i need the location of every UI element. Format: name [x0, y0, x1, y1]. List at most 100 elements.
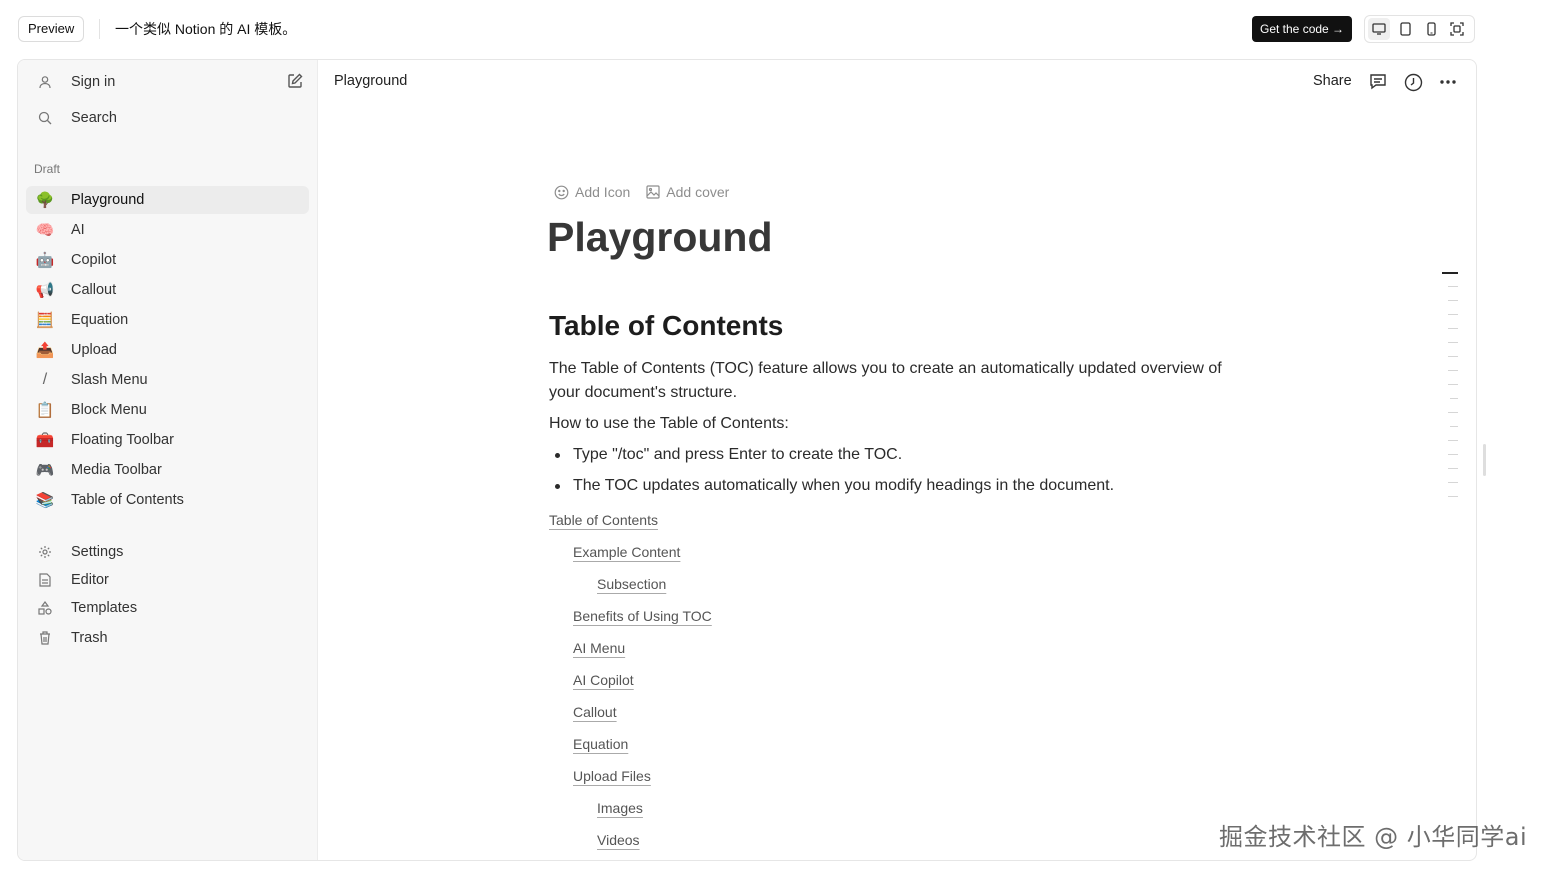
sidebar-item-label: Table of Contents	[71, 492, 184, 508]
bullet-dot	[555, 484, 560, 489]
toc-link[interactable]: Images	[597, 800, 643, 816]
slash-icon: /	[42, 371, 48, 388]
preview-button[interactable]: Preview	[18, 16, 85, 42]
trash-icon	[35, 628, 55, 648]
sidebar-item-table-of-contents[interactable]: 📚 Table of Contents	[26, 486, 309, 514]
outline-marker[interactable]	[1448, 342, 1458, 343]
more-icon[interactable]	[1437, 71, 1459, 93]
sidebar-item-label: Trash	[71, 630, 108, 646]
toc-link[interactable]: Benefits of Using TOC	[573, 608, 712, 624]
abacus-icon: 🧮	[35, 311, 55, 329]
outline-marker[interactable]	[1448, 328, 1458, 329]
outline-marker[interactable]	[1448, 300, 1458, 301]
search-button[interactable]: Search	[26, 104, 309, 132]
sidebar-item-editor[interactable]: Editor	[26, 566, 309, 594]
outline-marker[interactable]	[1448, 412, 1458, 413]
document-icon	[35, 570, 55, 590]
app-frame: Sign in Search Draft 🌳 Playground 🧠 AI 🤖…	[17, 59, 1477, 861]
clipboard-icon: 📋	[35, 401, 55, 419]
bullet-item[interactable]: The TOC updates automatically when you m…	[555, 474, 1114, 498]
outline-marker[interactable]	[1448, 440, 1458, 441]
sidebar-item-block-menu[interactable]: 📋 Block Menu	[26, 396, 309, 424]
comments-icon[interactable]	[1367, 71, 1389, 93]
outline-marker[interactable]	[1448, 286, 1458, 287]
add-icon-button[interactable]: Add Icon	[554, 184, 630, 200]
add-cover-button[interactable]: Add cover	[646, 184, 729, 200]
sign-in-label: Sign in	[71, 74, 116, 90]
bullet-item[interactable]: Type "/toc" and press Enter to create th…	[555, 443, 902, 467]
outline-marker[interactable]	[1450, 398, 1458, 399]
sidebar-item-settings[interactable]: Settings	[26, 538, 309, 566]
page-title[interactable]: Playground	[547, 214, 773, 261]
sidebar-item-label: AI	[71, 222, 85, 238]
outline-marker[interactable]	[1448, 468, 1458, 469]
sidebar-item-templates[interactable]: Templates	[26, 594, 309, 622]
sidebar-item-label: Equation	[71, 312, 129, 328]
divider	[99, 19, 100, 39]
sidebar-item-upload[interactable]: 📤 Upload	[26, 336, 309, 364]
sidebar-item-callout[interactable]: 📢 Callout	[26, 276, 309, 304]
outline-marker[interactable]	[1448, 356, 1458, 357]
sidebar-item-label: Upload	[71, 342, 117, 358]
toc-link[interactable]: Example Content	[573, 544, 680, 560]
desktop-icon[interactable]	[1368, 18, 1390, 40]
phone-icon[interactable]	[1420, 18, 1442, 40]
megaphone-icon: 📢	[35, 281, 55, 299]
heading-table-of-contents[interactable]: Table of Contents	[549, 310, 783, 342]
toc-link[interactable]: Upload Files	[573, 768, 651, 784]
sidebar-item-ai[interactable]: 🧠 AI	[26, 216, 309, 244]
page-actions: Add Icon Add cover	[554, 184, 729, 200]
outline-marker[interactable]	[1448, 370, 1458, 371]
sidebar-item-label: Settings	[71, 544, 124, 560]
tablet-icon[interactable]	[1394, 18, 1416, 40]
toc-link[interactable]: Table of Contents	[549, 512, 658, 528]
sidebar-item-media-toolbar[interactable]: 🎮 Media Toolbar	[26, 456, 309, 484]
toc-link[interactable]: Equation	[573, 736, 628, 752]
user-icon	[35, 72, 55, 92]
outline-marker[interactable]	[1448, 454, 1458, 455]
outline-marker[interactable]	[1448, 482, 1458, 483]
history-icon[interactable]	[1402, 71, 1424, 93]
sign-in-button[interactable]: Sign in	[26, 68, 309, 96]
outline-marker[interactable]	[1448, 314, 1458, 315]
toc-link[interactable]: AI Copilot	[573, 672, 634, 688]
section-label: Draft	[34, 162, 61, 176]
sidebar-item-equation[interactable]: 🧮 Equation	[26, 306, 309, 334]
toc-link[interactable]: Callout	[573, 704, 617, 720]
fullscreen-icon[interactable]	[1446, 18, 1468, 40]
toc-link[interactable]: Subsection	[597, 576, 666, 592]
paragraph[interactable]: How to use the Table of Contents:	[549, 412, 1249, 436]
share-button[interactable]: Share	[1313, 73, 1352, 89]
outline-marker-active[interactable]	[1442, 272, 1458, 274]
new-page-icon[interactable]	[286, 72, 306, 92]
sidebar: Sign in Search Draft 🌳 Playground 🧠 AI 🤖…	[18, 60, 318, 860]
scrollbar-handle[interactable]	[1483, 444, 1486, 476]
brain-icon: 🧠	[35, 221, 55, 239]
top-bar: Preview 一个类似 Notion 的 AI 模板。 Get the cod…	[0, 0, 1550, 58]
get-code-button[interactable]: Get the code →	[1252, 16, 1353, 42]
outline-marker[interactable]	[1450, 426, 1458, 427]
device-toggle-group	[1364, 15, 1475, 43]
sidebar-item-floating-toolbar[interactable]: 🧰 Floating Toolbar	[26, 426, 309, 454]
breadcrumb[interactable]: Playground	[334, 73, 407, 89]
search-icon	[35, 108, 55, 128]
search-label: Search	[71, 110, 117, 126]
inbox-tray-icon: 📤	[35, 341, 55, 359]
watermark: 掘金技术社区 @ 小华同学ai	[1219, 823, 1528, 851]
add-cover-label: Add cover	[666, 184, 730, 200]
sidebar-item-copilot[interactable]: 🤖 Copilot	[26, 246, 309, 274]
toc-link[interactable]: AI Menu	[573, 640, 625, 656]
toolbox-icon: 🧰	[35, 431, 55, 449]
sidebar-item-slash-menu[interactable]: / Slash Menu	[26, 366, 309, 394]
sidebar-item-playground[interactable]: 🌳 Playground	[26, 186, 309, 214]
sidebar-item-trash[interactable]: Trash	[26, 624, 309, 652]
gear-icon	[35, 542, 55, 562]
outline-marker[interactable]	[1448, 496, 1458, 497]
toc-link[interactable]: Videos	[597, 832, 640, 848]
sidebar-item-label: Block Menu	[71, 402, 147, 418]
paragraph[interactable]: The Table of Contents (TOC) feature allo…	[549, 357, 1249, 405]
bullet-text: Type "/toc" and press Enter to create th…	[573, 446, 903, 463]
sidebar-item-label: Floating Toolbar	[71, 432, 174, 448]
outline-marker[interactable]	[1448, 384, 1458, 385]
template-title: 一个类似 Notion 的 AI 模板。	[115, 21, 297, 37]
